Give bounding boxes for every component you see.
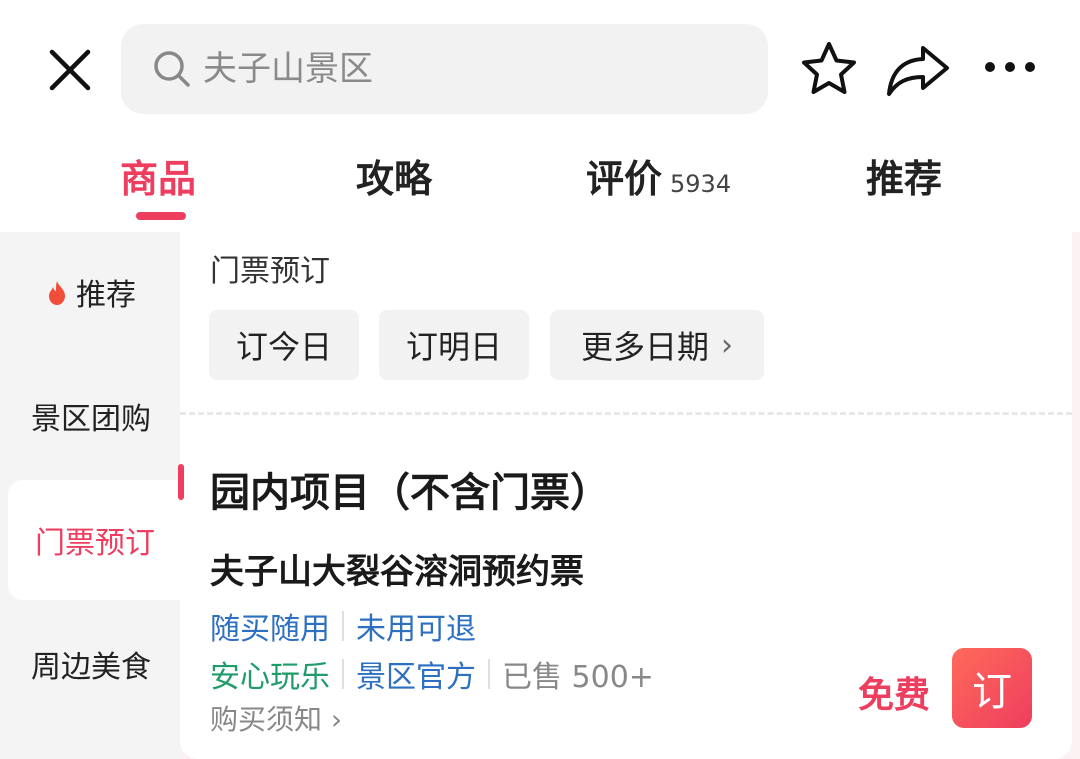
tab-label: 商品 — [120, 157, 197, 201]
sidebar-item-label: 周边美食 — [31, 650, 151, 685]
sidebar-item-label: 门票预订 — [35, 526, 155, 561]
sidebar-item-nearby-food[interactable]: 周边美食 — [0, 604, 182, 724]
product-name[interactable]: 夫子山大裂谷溶洞预约票 — [210, 544, 584, 593]
tag-separator — [342, 659, 344, 689]
search-input[interactable]: 夫子山景区 — [121, 24, 768, 114]
book-tomorrow-button[interactable]: 订明日 — [379, 310, 529, 380]
product-tags-row: 安心玩乐 景区官方 已售 500+ — [210, 652, 654, 696]
search-text: 夫子山景区 — [203, 49, 373, 89]
active-tab-indicator — [136, 212, 186, 220]
divider — [180, 412, 1072, 415]
park-items-title: 园内项目（不含门票） — [210, 470, 610, 516]
review-count: 5934 — [670, 170, 732, 198]
more-dates-label: 更多日期 — [580, 328, 709, 366]
order-button[interactable]: 订 — [952, 648, 1032, 728]
tab-label: 评价 — [586, 157, 663, 201]
tag: 未用可退 — [356, 612, 476, 647]
content-area: 推荐 景区团购 门票预订 周边美食 门票预订 订今日 订明日 更多日期 › 园内… — [0, 232, 1080, 759]
chevron-right-icon: › — [721, 327, 733, 363]
purchase-notice-link[interactable]: 购买须知 › — [210, 698, 342, 738]
sidebar-item-label: 景区团购 — [31, 402, 151, 437]
more-icon[interactable] — [982, 52, 1042, 82]
sidebar-item-ticket-booking[interactable]: 门票预订 — [8, 480, 182, 600]
product-price: 免费 — [858, 675, 931, 716]
flame-icon — [46, 279, 68, 305]
tab-bar: 商品 攻略 评价 5934 推荐 — [0, 140, 1080, 232]
sidebar-item-recommend[interactable]: 推荐 — [0, 232, 182, 352]
close-icon[interactable] — [44, 44, 96, 96]
sidebar-item-label: 推荐 — [76, 278, 136, 313]
sold-count: 已售 500+ — [502, 660, 654, 695]
page: 夫子山景区 商品 攻略 评价 5934 推荐 推荐 景区团购 门票预订 周边美食… — [0, 0, 1080, 759]
tag: 随买随用 — [210, 612, 330, 647]
section-marker — [178, 464, 184, 500]
main-panel: 门票预订 订今日 订明日 更多日期 › 园内项目（不含门票） 夫子山大裂谷溶洞预… — [180, 232, 1072, 759]
sidebar-item-scenic-group-buy[interactable]: 景区团购 — [0, 356, 182, 476]
tag-separator — [488, 659, 490, 689]
tab-products[interactable]: 商品 — [120, 148, 196, 208]
tab-label: 攻略 — [356, 157, 433, 201]
product-tags-row: 随买随用 未用可退 — [210, 604, 476, 648]
tab-reviews[interactable]: 评价 5934 — [586, 148, 731, 208]
tab-recommend[interactable]: 推荐 — [866, 148, 942, 208]
more-dates-button[interactable]: 更多日期 › — [550, 310, 764, 380]
star-icon[interactable] — [798, 38, 860, 100]
tag: 景区官方 — [356, 660, 476, 695]
tag: 安心玩乐 — [210, 660, 330, 695]
book-today-label: 订今日 — [235, 328, 332, 366]
category-sidebar: 推荐 景区团购 门票预订 周边美食 — [0, 232, 182, 759]
tag-separator — [342, 611, 344, 641]
tab-label: 推荐 — [866, 157, 943, 201]
book-tomorrow-label: 订明日 — [405, 328, 502, 366]
ticket-booking-title: 门票预订 — [210, 254, 330, 289]
tab-guides[interactable]: 攻略 — [356, 148, 432, 208]
book-today-button[interactable]: 订今日 — [209, 310, 359, 380]
top-bar: 夫子山景区 — [0, 0, 1080, 140]
share-icon[interactable] — [883, 40, 953, 100]
search-icon — [151, 48, 193, 90]
